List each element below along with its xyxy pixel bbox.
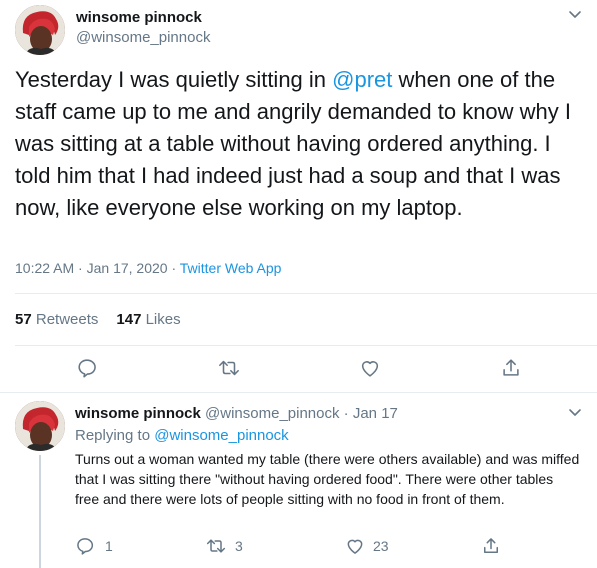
tweet-source[interactable]: Twitter Web App [180, 260, 282, 276]
tweet-meta: 10:22 AM · Jan 17, 2020 · Twitter Web Ap… [15, 260, 281, 276]
thread-line [39, 455, 41, 568]
likes-stat[interactable]: 147 Likes [116, 311, 180, 328]
retweet-button[interactable] [217, 357, 241, 379]
reply-button[interactable]: 1 [75, 536, 113, 556]
chevron-down-icon[interactable] [568, 408, 582, 418]
meta-dot: · [343, 405, 349, 422]
reply-date[interactable]: Jan 17 [353, 405, 398, 422]
replying-mention-link[interactable]: @winsome_pinnock [154, 427, 288, 444]
reply-icon [78, 359, 96, 378]
like-button[interactable] [359, 357, 381, 379]
reply-header: winsome pinnock @winsome_pinnock · Jan 1… [75, 405, 398, 422]
reply-text: Turns out a woman wanted my table (there… [75, 451, 580, 507]
avatar[interactable] [15, 5, 65, 55]
divider [15, 293, 597, 294]
meta-dot: · [171, 260, 177, 276]
retweet-icon [219, 360, 239, 376]
like-count: 23 [373, 538, 389, 554]
share-button[interactable] [481, 536, 501, 556]
reply-author-name[interactable]: winsome pinnock [75, 405, 201, 422]
tweet-text: Yesterday I was quietly sitting in @pret… [15, 64, 590, 224]
reply-icon [77, 538, 94, 555]
likes-label: Likes [145, 311, 181, 328]
retweets-label: Retweets [35, 311, 99, 328]
mention-link[interactable]: @pret [332, 67, 392, 92]
author-handle[interactable]: @winsome_pinnock [76, 29, 210, 46]
retweets-count: 57 [15, 311, 32, 328]
avatar-image [15, 5, 65, 55]
heart-icon [361, 361, 379, 377]
replying-to: Replying to @winsome_pinnock [75, 427, 289, 444]
reply-author-handle[interactable]: @winsome_pinnock [205, 405, 339, 422]
retweet-icon [206, 539, 226, 553]
share-icon [503, 359, 519, 376]
avatar-image [15, 401, 65, 451]
avatar[interactable] [15, 401, 65, 451]
retweets-stat[interactable]: 57 Retweets [15, 311, 98, 328]
meta-dot: · [78, 260, 83, 276]
tweet-stats: 57 Retweets 147 Likes [15, 311, 181, 328]
main-tweet: winsome pinnock @winsome_pinnock Yesterd… [0, 0, 597, 392]
heart-icon [347, 539, 363, 554]
divider [0, 392, 597, 393]
share-button[interactable] [500, 357, 522, 379]
reply-button[interactable] [76, 357, 98, 379]
retweet-button[interactable]: 3 [205, 536, 243, 556]
tweet-time[interactable]: 10:22 AM [15, 260, 74, 276]
tweet-date[interactable]: Jan 17, 2020 [87, 260, 168, 276]
likes-count: 147 [116, 311, 142, 328]
tweet-text-before: Yesterday I was quietly sitting in [15, 67, 333, 92]
retweet-count: 3 [235, 538, 243, 554]
share-icon [484, 538, 498, 553]
chevron-down-icon[interactable] [568, 10, 582, 20]
author-name[interactable]: winsome pinnock [76, 9, 202, 26]
replying-label: Replying to [75, 427, 155, 444]
divider [15, 345, 597, 346]
reply-count: 1 [105, 538, 113, 554]
like-button[interactable]: 23 [345, 536, 389, 556]
